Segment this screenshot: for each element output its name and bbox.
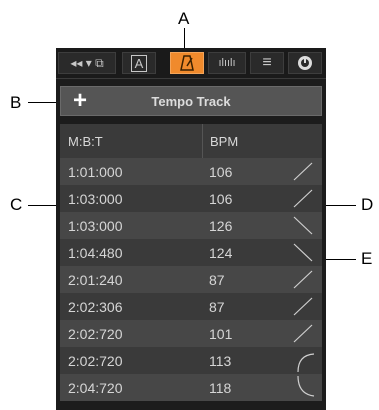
row-bpm[interactable]: 124 — [209, 245, 232, 261]
row-bpm[interactable]: 106 — [209, 191, 232, 207]
column-mbt[interactable]: M:B:T — [68, 134, 103, 149]
callout-e: E — [361, 249, 373, 268]
tempo-curve-icon[interactable] — [290, 187, 316, 211]
tempo-row[interactable]: 1:03:000 106 — [60, 185, 322, 212]
tempo-row[interactable]: 1:01:000 106 — [60, 158, 322, 185]
tempo-list: 1:01:000 106 1:03:000 106 1:03:000 126 1:04:48… — [60, 158, 322, 401]
tempo-row[interactable]: 2:04:720 118 — [60, 374, 322, 401]
row-time: 1:04:480 — [68, 245, 123, 261]
power-icon — [298, 56, 312, 70]
column-bpm[interactable]: BPM — [210, 134, 238, 149]
row-bpm[interactable]: 118 — [209, 380, 231, 396]
tempo-row[interactable]: 2:01:240 87 — [60, 266, 322, 293]
menu-lines-icon: ≡ — [262, 54, 272, 71]
row-bpm[interactable]: 87 — [209, 272, 225, 288]
column-header: M:B:T BPM — [60, 124, 322, 158]
callout-b: B — [10, 93, 22, 112]
panel-title: Tempo Track — [151, 94, 231, 109]
row-time: 1:03:000 — [68, 191, 123, 207]
menu-button[interactable]: ≡ — [250, 52, 284, 74]
row-time: 1:01:000 — [68, 164, 123, 180]
column-divider[interactable] — [202, 124, 203, 158]
tempo-row[interactable]: 2:02:306 87 — [60, 293, 322, 320]
tempo-row[interactable]: 1:03:000 126 — [60, 212, 322, 239]
row-bpm[interactable]: 106 — [209, 164, 232, 180]
row-bpm[interactable]: 101 — [209, 326, 232, 342]
tempo-curve-icon[interactable] — [290, 349, 316, 373]
callout-c: C — [10, 195, 23, 214]
rewind-dropdown-button[interactable]: ◂◂ ▾ ⧉ — [58, 52, 116, 74]
rewind-dropdown-icon: ◂◂ ▾ ⧉ — [70, 55, 104, 70]
row-time: 2:01:240 — [68, 272, 123, 288]
tempo-curve-icon[interactable] — [290, 322, 316, 346]
toolbar: ◂◂ ▾ ⧉ A ılıılı ≡ — [56, 48, 326, 79]
tempo-track-header: + Tempo Track — [60, 86, 322, 116]
text-a-icon: A — [130, 54, 148, 72]
row-bpm[interactable]: 113 — [209, 353, 231, 369]
text-a-button[interactable]: A — [122, 52, 156, 74]
tempo-curve-icon[interactable] — [290, 160, 316, 184]
metronome-icon — [180, 55, 194, 71]
tempo-row[interactable]: 2:02:720 113 — [60, 347, 322, 374]
callout-d: D — [361, 195, 374, 214]
metronome-button[interactable] — [170, 52, 204, 74]
tempo-curve-icon[interactable] — [290, 295, 316, 319]
row-time: 2:02:306 — [68, 299, 123, 315]
tempo-curve-icon[interactable] — [290, 268, 316, 292]
row-bpm[interactable]: 126 — [209, 218, 232, 234]
tempo-curve-icon[interactable] — [290, 376, 316, 400]
row-time: 1:03:000 — [68, 218, 123, 234]
row-time: 2:04:720 — [68, 380, 123, 396]
waveform-button[interactable]: ılıılı — [208, 52, 246, 74]
row-time: 2:02:720 — [68, 353, 123, 369]
tempo-row[interactable]: 2:02:720 101 — [60, 320, 322, 347]
tempo-curve-icon[interactable] — [290, 241, 316, 265]
row-time: 2:02:720 — [68, 326, 123, 342]
tempo-curve-icon[interactable] — [290, 214, 316, 238]
power-button[interactable] — [288, 52, 322, 74]
row-bpm[interactable]: 87 — [209, 299, 225, 315]
tempo-row[interactable]: 1:04:480 124 — [60, 239, 322, 266]
tempo-panel: ◂◂ ▾ ⧉ A ılıılı ≡ + Tempo Track M:B:T BP… — [56, 48, 326, 410]
callout-a: A — [178, 9, 190, 28]
audio-waveform-icon: ılıılı — [218, 57, 236, 69]
